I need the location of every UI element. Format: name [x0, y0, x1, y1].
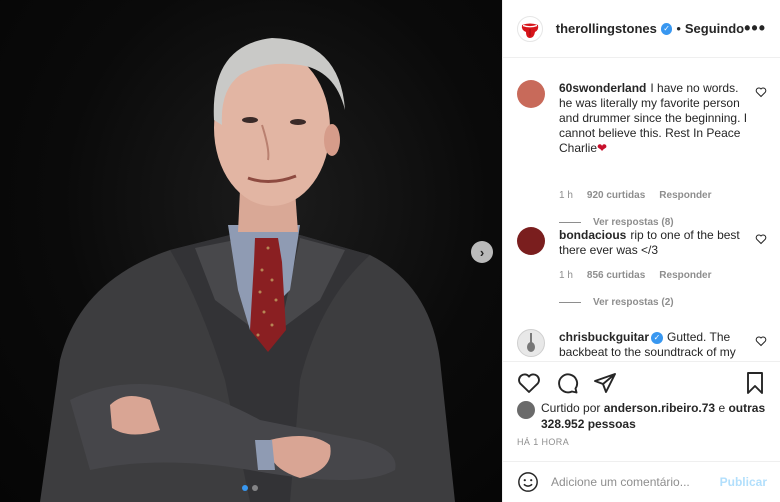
commenter-avatar[interactable]	[517, 80, 545, 108]
comment-like-heart-icon[interactable]	[755, 233, 767, 245]
like-heart-icon[interactable]	[517, 371, 541, 395]
share-send-icon[interactable]	[593, 371, 617, 395]
liked-by-text: Curtido por anderson.ribeiro.73 e outras…	[541, 400, 767, 432]
next-photo-button[interactable]: ›	[471, 241, 493, 263]
reply-button[interactable]: Responder	[659, 190, 711, 201]
tongue-logo-icon	[517, 15, 544, 42]
following-button[interactable]: Seguindo	[685, 21, 744, 36]
comment-bubble-icon[interactable]	[555, 371, 579, 395]
post-actions-bar	[503, 361, 780, 403]
comment-meta: 1 h 856 curtidas Responder	[559, 270, 712, 281]
reply-button[interactable]: Responder	[659, 270, 711, 281]
commenter-avatar[interactable]	[517, 329, 545, 357]
post-timestamp[interactable]: HÁ 1 HORA	[517, 437, 569, 447]
verified-badge-icon: ✓	[651, 331, 664, 344]
liker-username[interactable]: anderson.ribeiro.73	[604, 401, 715, 415]
red-heart-emoji: ❤	[597, 141, 608, 155]
comment-likes[interactable]: 920 curtidas	[587, 190, 645, 201]
post-side-panel: therollingstones ✓ • Seguindo ••• 60swon…	[502, 0, 780, 502]
comment-body: chrisbuckguitar ✓ Gutted. The backbeat to …	[559, 330, 754, 360]
comments-list[interactable]: 60swonderland I have no words. he was lit…	[503, 58, 780, 361]
comment-body: bondacious rip to one of the best there e…	[559, 228, 749, 258]
comment-username[interactable]: 60swonderland	[559, 81, 646, 95]
carousel-indicator	[242, 485, 258, 491]
comment-like-heart-icon[interactable]	[755, 86, 767, 98]
verified-badge-icon: ✓	[660, 22, 673, 35]
comment-likes[interactable]: 856 curtidas	[587, 270, 645, 281]
account-username[interactable]: therollingstones	[556, 21, 657, 36]
comment-time: 1 h	[559, 270, 573, 281]
header-separator: •	[676, 21, 681, 36]
view-replies[interactable]: Ver respostas (8)	[559, 217, 674, 228]
more-options-icon[interactable]: •••	[744, 18, 766, 39]
comment-time: 1 h	[559, 190, 573, 201]
commenter-avatar[interactable]	[517, 227, 545, 255]
carousel-dot-1	[242, 485, 248, 491]
liker-avatar[interactable]	[517, 401, 535, 419]
liked-by-summary: Curtido por anderson.ribeiro.73 e outras…	[517, 400, 767, 432]
post-photo[interactable]: ›	[0, 0, 502, 502]
liked-by-prefix: Curtido por	[541, 401, 601, 415]
comment-body: 60swonderland I have no words. he was lit…	[559, 81, 749, 156]
comment-username[interactable]: chrisbuckguitar	[559, 330, 649, 344]
comment-input[interactable]	[551, 475, 720, 489]
emoji-icon[interactable]	[517, 471, 539, 493]
comment-like-heart-icon[interactable]	[755, 335, 767, 347]
carousel-dot-2	[252, 485, 258, 491]
publish-button[interactable]: Publicar	[720, 475, 767, 489]
post-header: therollingstones ✓ • Seguindo •••	[503, 0, 780, 58]
guitar-icon	[527, 333, 535, 352]
bookmark-icon[interactable]	[743, 371, 767, 395]
comment-meta: 1 h 920 curtidas Responder	[559, 190, 712, 201]
liked-by-conj: e	[718, 401, 726, 415]
view-replies-label[interactable]: Ver respostas (2)	[593, 297, 674, 308]
account-avatar[interactable]	[517, 15, 544, 43]
add-comment-bar: Publicar	[503, 461, 780, 502]
comment-username[interactable]: bondacious	[559, 228, 626, 242]
replies-divider	[559, 222, 581, 223]
portrait-image	[40, 38, 455, 502]
chevron-right-icon: ›	[479, 244, 485, 260]
view-replies[interactable]: Ver respostas (2)	[559, 297, 674, 308]
replies-divider	[559, 302, 581, 303]
view-replies-label[interactable]: Ver respostas (8)	[593, 217, 674, 228]
